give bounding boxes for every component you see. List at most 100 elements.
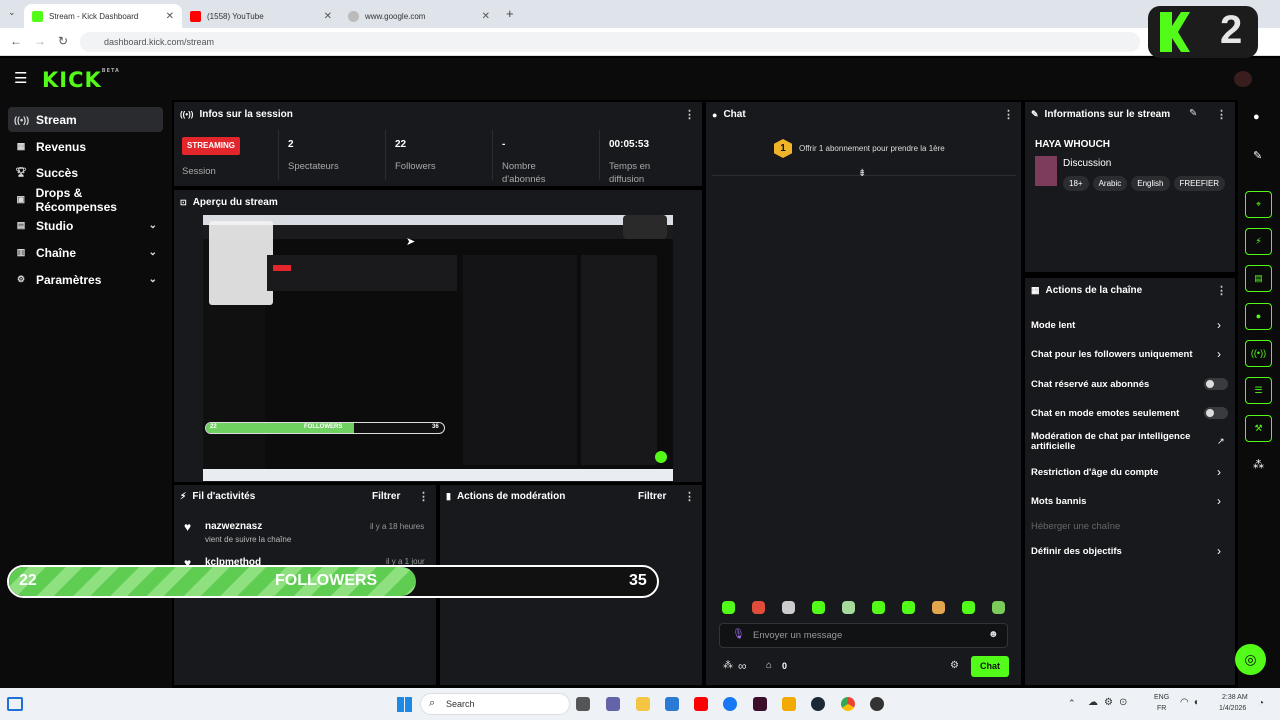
chat-input[interactable]: 🎙︎ Envoyer un message ☻ bbox=[719, 623, 1008, 648]
session-menu-icon[interactable]: ⋮ bbox=[684, 108, 695, 121]
pencil-icon[interactable]: ✎ bbox=[1253, 149, 1262, 162]
language-line2[interactable]: FR bbox=[1157, 705, 1166, 712]
sidebar-item-studio[interactable]: ▤ Studio ⌄ bbox=[8, 213, 163, 238]
external-link-icon[interactable]: ↗ bbox=[1217, 436, 1225, 447]
chrome-icon[interactable] bbox=[841, 697, 855, 711]
channel-actions-menu-icon[interactable]: ⋮ bbox=[1216, 284, 1227, 297]
new-tab-icon[interactable]: + bbox=[506, 6, 514, 21]
emote-icon[interactable] bbox=[782, 601, 795, 614]
sidebar-item-revenus[interactable]: ▦ Revenus bbox=[8, 134, 163, 159]
wrench-icon[interactable]: ⚒ bbox=[1245, 415, 1272, 442]
emote-icon[interactable] bbox=[992, 601, 1005, 614]
sidebar-item-stream[interactable]: ((•)) Stream bbox=[8, 107, 163, 132]
emotes-only-toggle[interactable] bbox=[1204, 407, 1228, 419]
moderation-filter-button[interactable]: Filtrer bbox=[638, 491, 666, 502]
app-icon[interactable] bbox=[753, 697, 767, 711]
stream-info-menu-icon[interactable]: ⋮ bbox=[1216, 108, 1227, 121]
action-ai-moderation[interactable]: Modération de chat par intelligence arti… bbox=[1031, 432, 1201, 452]
chevron-right-icon[interactable]: › bbox=[1217, 465, 1221, 479]
notifications-icon[interactable]: ◔ bbox=[1258, 698, 1264, 709]
emoji-icon[interactable]: ☻ bbox=[988, 629, 999, 640]
apps-icon[interactable]: ⁂ bbox=[1253, 458, 1264, 471]
user-avatar[interactable] bbox=[1234, 71, 1252, 87]
subscribers-only-toggle[interactable] bbox=[1204, 378, 1228, 390]
taskbar-search[interactable]: ⌕ Search bbox=[420, 693, 570, 715]
list-icon[interactable]: ☰ bbox=[1245, 377, 1272, 404]
action-age-restriction[interactable]: Restriction d'âge du compte bbox=[1031, 467, 1158, 478]
chat-promo[interactable]: 1 Offrir 1 abonnement pour prendre la 1è… bbox=[774, 139, 1014, 159]
store-icon[interactable]: ⌂ bbox=[766, 660, 772, 671]
emote-icon[interactable] bbox=[902, 601, 915, 614]
widgets-icon[interactable] bbox=[7, 697, 23, 711]
chat-menu-icon[interactable]: ⋮ bbox=[1003, 108, 1014, 121]
reload-icon[interactable]: ↻ bbox=[58, 34, 68, 48]
chat-send-button[interactable]: Chat bbox=[971, 656, 1009, 677]
language-line1[interactable]: ENG bbox=[1154, 694, 1169, 701]
category-name[interactable]: Discussion bbox=[1063, 158, 1111, 169]
clock-time[interactable]: 2:38 AM bbox=[1222, 694, 1248, 701]
store-app-icon[interactable] bbox=[665, 697, 679, 711]
hamburger-menu-icon[interactable]: ☰ bbox=[14, 69, 27, 87]
capture-icon[interactable]: ⌖ bbox=[1245, 191, 1272, 218]
tab-google[interactable]: www.google.com ✕ bbox=[340, 4, 498, 28]
emote-icon[interactable] bbox=[752, 601, 765, 614]
app-icon[interactable] bbox=[782, 697, 796, 711]
support-chat-button[interactable]: ◎ bbox=[1235, 644, 1266, 675]
info-icon[interactable]: ● bbox=[1253, 111, 1260, 123]
sidebar-item-parametres[interactable]: ⚙ Paramètres ⌄ bbox=[8, 267, 163, 292]
kick-logo[interactable]: KICKBETA bbox=[42, 68, 120, 92]
action-slow-mode[interactable]: Mode lent bbox=[1031, 320, 1075, 331]
emote-icon[interactable] bbox=[842, 601, 855, 614]
chat-bubble-icon[interactable]: ● bbox=[1245, 303, 1272, 330]
youtube-app-icon[interactable] bbox=[694, 697, 708, 711]
tab-youtube[interactable]: (1558) YouTube ✕ bbox=[182, 4, 340, 28]
chat-settings-icon[interactable]: ⚙ bbox=[950, 660, 959, 671]
action-followers-only[interactable]: Chat pour les followers uniquement bbox=[1031, 349, 1193, 360]
scroll-down-icon[interactable]: ⇟ bbox=[858, 168, 866, 179]
moderation-menu-icon[interactable]: ⋮ bbox=[684, 490, 695, 503]
windows-start-icon[interactable] bbox=[397, 697, 412, 712]
chevron-right-icon[interactable]: › bbox=[1217, 318, 1221, 332]
edit-icon[interactable]: ✎ bbox=[1189, 108, 1197, 119]
chevron-right-icon[interactable]: › bbox=[1217, 347, 1221, 361]
action-banned-words[interactable]: Mots bannis bbox=[1031, 496, 1086, 507]
document-icon[interactable]: ▤ bbox=[1245, 265, 1272, 292]
facebook-icon[interactable] bbox=[723, 697, 737, 711]
broadcast-icon[interactable]: ((•)) bbox=[1245, 340, 1272, 367]
tray-icons[interactable]: ☁⚙⊙ bbox=[1088, 697, 1133, 708]
activity-filter-button[interactable]: Filtrer bbox=[372, 491, 400, 502]
microphone-icon[interactable]: 🎙︎ bbox=[732, 629, 745, 640]
close-tab-icon[interactable]: ✕ bbox=[482, 11, 490, 22]
emote-icon[interactable] bbox=[722, 601, 735, 614]
activity-user[interactable]: nazweznasz bbox=[205, 521, 262, 532]
tab-kick-dashboard[interactable]: Stream - Kick Dashboard ✕ bbox=[24, 4, 182, 28]
action-set-goals[interactable]: Définir des objectifs bbox=[1031, 546, 1122, 557]
emote-icon[interactable] bbox=[932, 601, 945, 614]
close-tab-icon[interactable]: ✕ bbox=[324, 11, 332, 22]
sidebar-item-drops[interactable]: ▣ Drops & Récompenses bbox=[8, 186, 163, 214]
sidebar-item-chaine[interactable]: ▥ Chaîne ⌄ bbox=[8, 240, 163, 265]
app-icon[interactable] bbox=[870, 697, 884, 711]
close-tab-icon[interactable]: ✕ bbox=[166, 11, 174, 22]
tab-list-chevron-icon[interactable]: ⌄ bbox=[8, 7, 16, 18]
steam-icon[interactable] bbox=[811, 697, 825, 711]
points-value[interactable]: ∞ bbox=[738, 659, 747, 673]
emote-icon[interactable] bbox=[812, 601, 825, 614]
teams-icon[interactable] bbox=[606, 697, 620, 711]
folder-icon[interactable] bbox=[636, 697, 650, 711]
url-field[interactable]: dashboard.kick.com/stream bbox=[80, 32, 1140, 52]
wifi-volume-icon[interactable]: ◠◖ bbox=[1180, 697, 1203, 708]
stream-preview-video[interactable]: 22 FOLLOWERS 36 ➤ bbox=[203, 215, 673, 481]
emote-icon[interactable] bbox=[962, 601, 975, 614]
back-icon[interactable]: ← bbox=[10, 34, 22, 48]
tray-chevron-icon[interactable]: ⌃ bbox=[1068, 698, 1076, 709]
clock-date[interactable]: 1/4/2026 bbox=[1219, 705, 1246, 712]
sidebar-item-succes[interactable]: 🏆︎ Succès bbox=[8, 160, 163, 185]
emote-icon[interactable] bbox=[872, 601, 885, 614]
activity-menu-icon[interactable]: ⋮ bbox=[418, 490, 429, 503]
file-explorer-icon[interactable] bbox=[576, 697, 590, 711]
chevron-right-icon[interactable]: › bbox=[1217, 544, 1221, 558]
chevron-right-icon[interactable]: › bbox=[1217, 494, 1221, 508]
forward-icon[interactable]: → bbox=[34, 34, 46, 48]
bolt-icon[interactable]: ⚡︎ bbox=[1245, 228, 1272, 255]
